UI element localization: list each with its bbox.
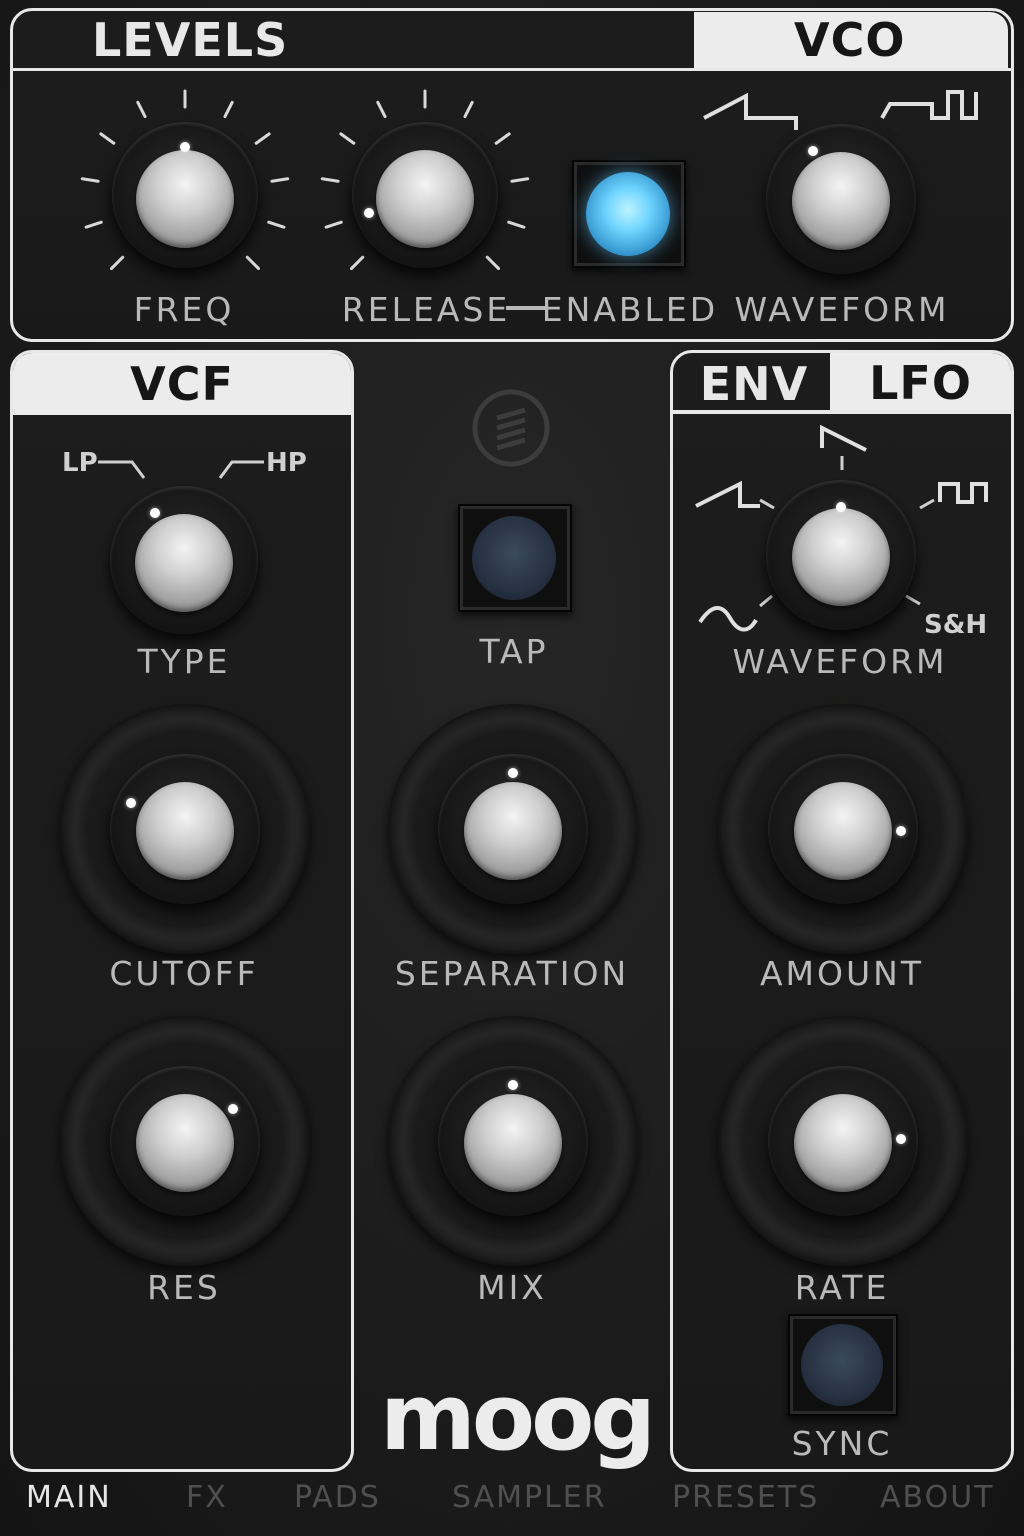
nav-pads[interactable]: PADS xyxy=(294,1480,381,1515)
type-hp-label: HP xyxy=(266,448,307,478)
lfo-ramp-icon xyxy=(820,424,867,452)
moog-logo: moog xyxy=(380,1364,656,1471)
lfo-sine-icon xyxy=(698,606,758,632)
freq-tick xyxy=(254,132,271,145)
lfo-square-icon xyxy=(938,482,988,504)
freq-tick xyxy=(136,100,147,119)
type-lp-label: LP xyxy=(62,448,98,478)
cutoff-label: CUTOFF xyxy=(109,954,259,993)
lp-pointer xyxy=(98,460,146,479)
separation-knob[interactable] xyxy=(438,754,588,904)
lfo-saw-icon xyxy=(695,480,760,508)
tap-button[interactable] xyxy=(458,504,572,612)
hp-pointer xyxy=(218,460,264,479)
release-tick xyxy=(494,132,511,145)
nav-main[interactable]: MAIN xyxy=(26,1480,112,1515)
release-tick xyxy=(485,255,501,271)
enabled-button[interactable] xyxy=(572,160,686,268)
type-label: TYPE xyxy=(137,642,231,681)
sync-label: SYNC xyxy=(791,1424,893,1463)
nav-fx[interactable]: FX xyxy=(186,1480,228,1515)
release-tick xyxy=(510,177,530,183)
freq-tick xyxy=(267,220,286,229)
lfo-waveform-knob[interactable] xyxy=(766,480,916,630)
nav-presets[interactable]: PRESETS xyxy=(672,1480,819,1515)
release-tick xyxy=(463,100,474,119)
saw-wave-icon xyxy=(703,92,798,130)
vco-waveform-knob[interactable] xyxy=(766,124,916,274)
lfo-sh-label: S&H xyxy=(924,610,988,640)
amount-label: AMOUNT xyxy=(759,954,925,993)
nav-about[interactable]: ABOUT xyxy=(880,1480,994,1515)
mix-label: MIX xyxy=(477,1268,547,1307)
freq-tick xyxy=(245,255,261,271)
freq-tick xyxy=(80,177,100,183)
release-tick xyxy=(376,100,387,119)
freq-tick xyxy=(109,255,125,271)
release-tick xyxy=(324,220,343,229)
moog-emblem-icon xyxy=(472,389,550,467)
amount-knob[interactable] xyxy=(768,754,918,904)
tap-label: TAP xyxy=(479,632,549,671)
release-tick xyxy=(507,220,526,229)
release-tick xyxy=(320,177,340,183)
freq-label: FREQ xyxy=(133,290,235,329)
square-wave-icon xyxy=(880,90,978,120)
sync-button[interactable] xyxy=(788,1314,898,1416)
release-label: RELEASE xyxy=(341,290,511,329)
release-tick xyxy=(339,132,356,145)
freq-tick xyxy=(84,220,103,229)
res-label: RES xyxy=(147,1268,221,1307)
enabled-led xyxy=(586,172,670,256)
freq-knob[interactable] xyxy=(112,122,258,268)
mix-knob[interactable] xyxy=(438,1066,588,1216)
freq-tick xyxy=(99,132,116,145)
rate-knob[interactable] xyxy=(768,1066,918,1216)
separation-label: SEPARATION xyxy=(394,954,630,993)
vco-waveform-label: WAVEFORM xyxy=(734,290,950,329)
release-tick xyxy=(349,255,365,271)
rate-label: RATE xyxy=(794,1268,890,1307)
freq-tick xyxy=(270,177,290,183)
res-knob[interactable] xyxy=(110,1066,260,1216)
release-knob[interactable] xyxy=(352,122,498,268)
lfo-waveform-label: WAVEFORM xyxy=(732,642,948,681)
nav-sampler[interactable]: SAMPLER xyxy=(452,1480,607,1515)
freq-tick xyxy=(223,100,234,119)
tap-led xyxy=(472,516,556,600)
cutoff-knob[interactable] xyxy=(110,754,260,904)
enabled-label: ENABLED xyxy=(541,290,719,329)
sync-led xyxy=(801,1324,883,1406)
type-knob[interactable] xyxy=(110,486,258,634)
